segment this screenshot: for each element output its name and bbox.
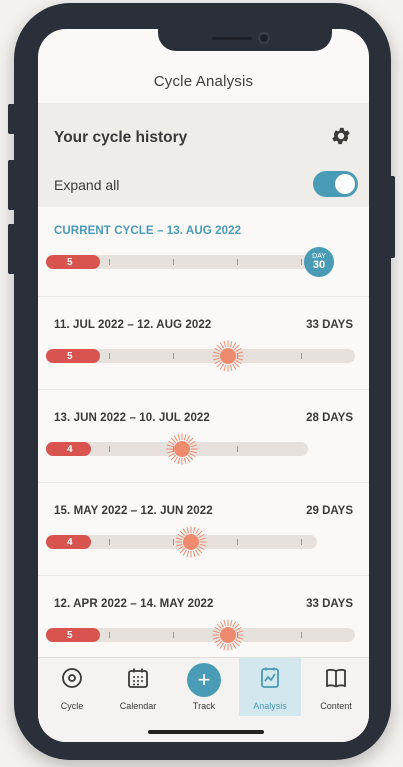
period-bar: 4 [46,535,91,549]
mute-switch [8,104,15,134]
history-title: Your cycle history [54,129,188,146]
volume-down-button [8,224,15,274]
week-tick [173,353,174,359]
period-bar: 4 [46,442,91,456]
week-tick [173,259,174,265]
speaker [212,37,252,40]
cycle-row[interactable]: 13. JUN 2022 – 10. JUL 2022 28 DAYS 4 [38,390,369,483]
week-tick [109,539,110,545]
cycle-row[interactable]: 12. APR 2022 – 14. MAY 2022 33 DAYS 5 [38,576,369,669]
period-bar: 5 [46,255,100,269]
week-tick [237,259,238,265]
tab-label: Track [192,701,216,711]
gear-icon[interactable] [330,125,352,147]
day-badge-value: 30 [312,259,326,271]
current-cycle-row[interactable]: CURRENT CYCLE – 13. AUG 2022 5 DAY 30 [38,207,369,297]
tab-label: Cycle [60,701,84,711]
toggle-knob [335,174,355,194]
ovulation-icon [166,433,198,465]
home-indicator [148,730,264,734]
tab-label: Content [320,701,352,711]
notch [158,29,332,51]
week-tick [301,539,302,545]
page-title: Cycle Analysis [153,72,254,90]
week-tick [109,632,110,638]
tab-track[interactable]: + Track [173,658,235,716]
week-tick [173,632,174,638]
cycle-date-range: 15. MAY 2022 – 12. JUN 2022 [54,505,213,517]
tab-analysis[interactable]: Analysis [239,658,301,716]
week-tick [237,446,238,452]
analysis-icon [261,667,279,688]
week-tick [301,353,302,359]
cycle-track: 5 [46,628,355,642]
tab-calendar[interactable]: Calendar [107,658,169,716]
week-tick [301,259,302,265]
current-day-badge: DAY 30 [304,247,334,277]
history-header: Your cycle history Expand all [38,103,369,207]
expand-all-toggle[interactable] [313,171,358,197]
week-tick [301,632,302,638]
week-tick [109,259,110,265]
tab-content[interactable]: Content [305,658,367,716]
plus-icon: + [187,663,221,697]
front-camera [258,32,270,44]
calendar-icon [128,668,148,688]
volume-up-button [8,160,15,210]
period-bar: 5 [46,349,100,363]
cycle-length: 28 DAYS [306,412,353,424]
tab-cycle[interactable]: Cycle [41,658,103,716]
tab-label: Calendar [119,701,157,711]
cycle-icon [62,668,82,688]
power-button [388,176,395,258]
phone-screen: Cycle Analysis Your cycle history Expand… [38,29,369,742]
cycle-row[interactable]: 15. MAY 2022 – 12. JUN 2022 29 DAYS 4 [38,483,369,576]
tab-label: Analysis [253,701,287,711]
cycle-track: 5 [46,349,355,363]
current-cycle-label: CURRENT CYCLE – 13. AUG 2022 [54,225,242,237]
cycle-length: 29 DAYS [306,505,353,517]
book-icon [326,668,346,688]
cycle-track: 5 [46,255,311,269]
ovulation-icon [212,340,244,372]
week-tick [109,353,110,359]
cycle-date-range: 11. JUL 2022 – 12. AUG 2022 [54,319,212,331]
ovulation-icon [212,619,244,651]
expand-all-label: Expand all [54,177,120,193]
cycle-date-range: 12. APR 2022 – 14. MAY 2022 [54,598,214,610]
ovulation-icon [175,526,207,558]
period-bar: 5 [46,628,100,642]
week-tick [237,539,238,545]
cycle-length: 33 DAYS [306,598,353,610]
week-tick [109,446,110,452]
cycle-row[interactable]: 11. JUL 2022 – 12. AUG 2022 33 DAYS 5 [38,297,369,390]
cycle-date-range: 13. JUN 2022 – 10. JUL 2022 [54,412,210,424]
cycle-length: 33 DAYS [306,319,353,331]
